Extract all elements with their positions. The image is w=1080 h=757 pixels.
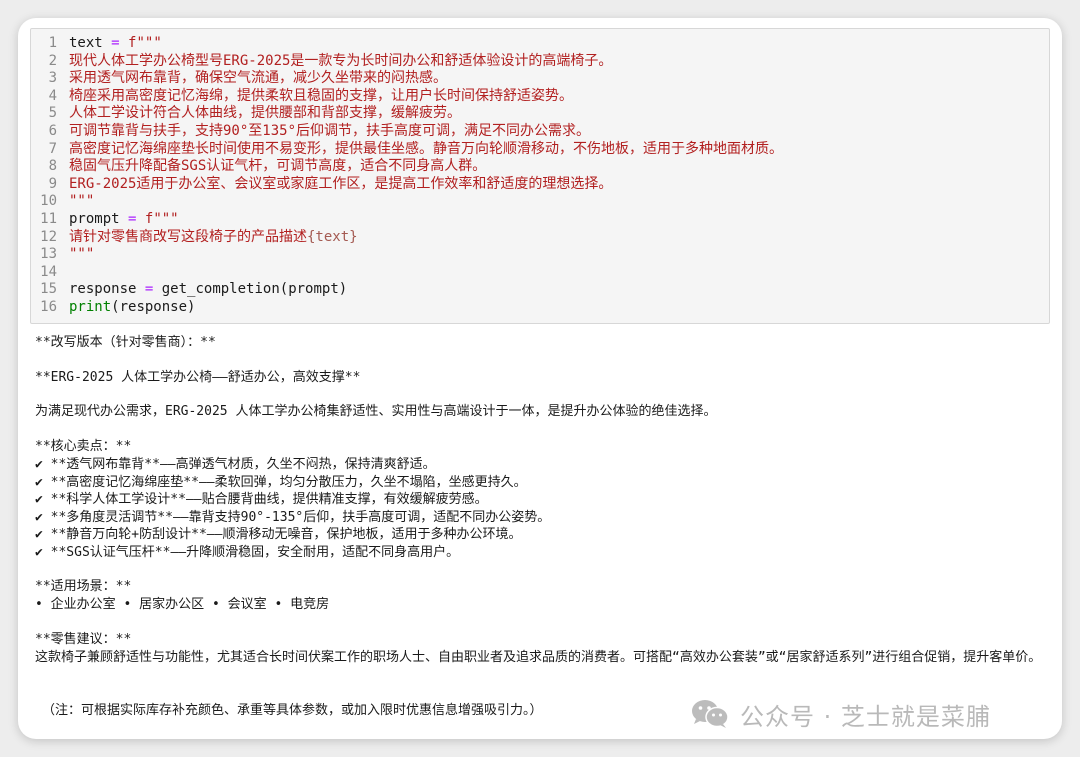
code-line[interactable]: 3 采用透气网布靠背，确保空气流通，减少久坐带来的闷热感。 (31, 70, 447, 88)
wechat-icon (692, 700, 729, 728)
code-token: 高密度记忆海绵座垫长时间使用不易变形，提供最佳坐感。静音万向轮顺滑移动，不伤地板… (69, 140, 783, 157)
code-line[interactable]: 12 请针对零售商改写这段椅子的产品描述{text} (31, 228, 358, 247)
code-token: """ (69, 193, 95, 210)
line-number: 5 (48, 105, 57, 122)
code-token: print (69, 299, 112, 315)
output-intro: 为满足现代办公需求，ERG-2025 人体工学办公椅集舒适性、实用性与高端设计于… (35, 404, 717, 419)
watermark: 公众号 · 芝士就是菜脯 (690, 696, 991, 732)
code-token: f""" (128, 35, 162, 51)
retail-text: 这款椅子兼顾舒适性与功能性，尤其适合长时间伏案工作的职场人士、自由职业者及追求品… (35, 650, 1042, 665)
code-line[interactable]: 1 text = f""" (31, 35, 162, 53)
code-token: 请针对零售商改写这段椅子的产品描述 (69, 228, 307, 245)
line-number: 9 (48, 175, 57, 192)
code-token: (response) (111, 299, 196, 315)
scenes-heading: **适用场景：** (35, 579, 132, 594)
code-token: text (69, 35, 103, 51)
line-number: 15 (40, 281, 57, 298)
code-token: response (69, 281, 137, 298)
code-token: (prompt) (279, 281, 348, 298)
code-line[interactable]: 6 可调节靠背与扶手，支持90°至135°后仰调节，扶手高度可调，满足不同办公需求… (31, 123, 590, 141)
code-token: 椅座采用高密度记忆海绵，提供柔软且稳固的支撑，让用户长时间保持舒适姿势。 (69, 87, 573, 104)
code-token: = (111, 35, 120, 51)
line-number: 13 (40, 246, 57, 263)
code-token: prompt (69, 211, 120, 227)
code-line[interactable]: 16 print(response) (31, 299, 195, 317)
code-line[interactable]: 10 """ (31, 193, 94, 211)
code-line[interactable]: 13 """ (31, 246, 94, 264)
line-number: 1 (48, 35, 57, 51)
feature-item: ✔ **透气网布靠背**——高弹透气材质，久坐不闷热，保持清爽舒适。 (35, 457, 436, 472)
feature-item: ✔ **静音万向轮+防刮设计**——顺滑移动无噪音，保护地板，适用于多种办公环境… (35, 527, 522, 542)
code-token: f""" (144, 211, 179, 227)
code-line[interactable]: 14 (31, 264, 69, 282)
line-number: 14 (40, 263, 57, 280)
code-token: 人体工学设计符合人体曲线，提供腰部和背部支撑，缓解疲劳。 (69, 105, 461, 122)
scenes-list: • 企业办公室 • 居家办公区 • 会议室 • 电竞房 (35, 597, 330, 612)
line-number: 10 (40, 193, 57, 210)
feature-item: ✔ **SGS认证气压杆**——升降顺滑稳固，安全耐用，适配不同身高用户。 (35, 545, 460, 560)
line-number: 7 (48, 140, 57, 157)
code-token: {text} (307, 228, 358, 245)
output-heading: **改写版本（针对零售商）：** (35, 335, 216, 350)
watermark-text: 公众号 · 芝士就是菜脯 (740, 702, 991, 731)
code-token: 稳固气压升降配备SGS认证气杆，可调节高度，适合不同身高人群。 (69, 158, 487, 175)
line-number: 6 (48, 123, 57, 139)
features-heading: **核心卖点：** (35, 439, 132, 454)
code-token: 采用透气网布靠背，确保空气流通，减少久坐带来的闷热感。 (69, 70, 447, 87)
line-number: 4 (48, 87, 57, 104)
line-number: 3 (48, 70, 57, 87)
line-number: 12 (40, 228, 57, 245)
code-line[interactable]: 2 现代人体工学办公椅型号ERG-2025是一款专为长时间办公和舒适体验设计的高端… (31, 52, 613, 71)
line-number: 11 (40, 211, 57, 227)
code-line[interactable]: 15 response = get_completion(prompt) (31, 281, 347, 299)
line-number: 8 (48, 158, 57, 175)
code-token: """ (69, 246, 95, 263)
feature-item: ✔ **科学人体工学设计**——贴合腰背曲线，提供精准支撑，有效缓解疲劳感。 (35, 492, 488, 507)
feature-item: ✔ **高密度记忆海绵座垫**——柔软回弹，均匀分散压力，久坐不塌陷，坐感更持久… (35, 475, 527, 490)
output-note: （注：可根据实际库存补充颜色、承重等具体参数，或加入限时优惠信息增强吸引力。） (42, 703, 543, 718)
code-token: 可调节靠背与扶手，支持90°至135°后仰调节，扶手高度可调，满足不同办公需求。 (69, 123, 590, 139)
code-line[interactable]: 7 高密度记忆海绵座垫长时间使用不易变形，提供最佳坐感。静音万向轮顺滑移动，不伤地… (31, 141, 783, 159)
screenshot-frame: 1 text = f""" 2 现代人体工学办公椅型号ERG-2025是一款专为长时间… (18, 18, 1062, 739)
code-line[interactable]: 9 ERG-2025适用于办公室、会议室或家庭工作区，是提高工作效率和舒适度的理想… (31, 175, 613, 194)
feature-item: ✔ **多角度灵活调节**——靠背支持90°-135°后仰，扶手高度可调，适配不… (35, 510, 551, 525)
code-token: get_completion (161, 281, 280, 298)
output-title: **ERG-2025 人体工学办公椅——舒适办公，高效支撑** (35, 370, 361, 385)
line-number: 2 (48, 52, 57, 69)
line-number: 16 (40, 299, 57, 315)
code-line[interactable]: 5 人体工学设计符合人体曲线，提供腰部和背部支撑，缓解疲劳。 (31, 105, 461, 123)
code-token: 现代人体工学办公椅型号ERG-2025是一款专为长时间办公和舒适体验设计的高端椅… (69, 52, 613, 69)
code-line[interactable]: 11 prompt = f""" (31, 211, 179, 229)
code-line[interactable]: 4 椅座采用高密度记忆海绵，提供柔软且稳固的支撑，让用户长时间保持舒适姿势。 (31, 88, 573, 106)
retail-heading: **零售建议：** (35, 632, 132, 647)
code-cell[interactable]: 1 text = f""" 2 现代人体工学办公椅型号ERG-2025是一款专为长时间… (30, 28, 1050, 324)
code-line[interactable]: 8 稳固气压升降配备SGS认证气杆，可调节高度，适合不同身高人群。 (31, 158, 487, 176)
code-token: ERG-2025适用于办公室、会议室或家庭工作区，是提高工作效率和舒适度的理想选… (69, 175, 613, 192)
